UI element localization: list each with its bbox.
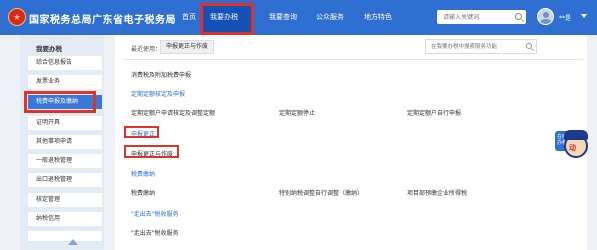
sidebar-item-assessment[interactable]: 核定管理 (28, 193, 102, 207)
payment-item-3[interactable]: 项目部预缴企业所得税 (407, 188, 467, 197)
username[interactable]: **是 (559, 13, 571, 22)
nav-red-highlight (200, 3, 254, 35)
item-red-highlight (124, 145, 179, 158)
nav-home[interactable]: 首页 (182, 12, 196, 22)
sidebar-item-partial[interactable] (28, 231, 102, 241)
nav-public-service[interactable]: 公众服务 (316, 12, 344, 22)
sidebar-item-export-refund[interactable]: 出口退税管理 (28, 173, 102, 187)
periodic-item-2[interactable]: 定期定额停止 (279, 108, 315, 117)
section-tax-payment: 税费缴纳 (131, 171, 156, 178)
sidebar-item-refund[interactable]: 一般退税管理 (28, 154, 102, 168)
user-avatar[interactable] (537, 8, 554, 25)
mascot-word: 动 (569, 144, 576, 152)
site-title[interactable]: 国家税务总局广东省电子税务局 (29, 11, 176, 26)
nav-query[interactable]: 我要查询 (269, 12, 297, 22)
sidebar-red-highlight (24, 91, 96, 113)
section-outbound: "走出去"税收服务 (131, 211, 179, 218)
sidebar: 我要办税 综合信息报告 发票业务 税费申报及缴纳 证明开具 其他事项申请 一般退… (20, 35, 104, 250)
service-search-input[interactable] (426, 40, 522, 53)
sidebar-item-other-application[interactable]: 其他事项申请 (28, 135, 102, 149)
sidebar-item-credit[interactable]: 纳税信用 (28, 212, 102, 226)
sidebar-title: 我要办税 (36, 45, 62, 53)
top-header: 国家税务总局广东省电子税务局 首页 我要办税 我要查询 公众服务 地方特色 **… (0, 0, 597, 35)
national-emblem-icon (8, 8, 26, 26)
payment-item-1[interactable]: 税费缴纳 (131, 188, 155, 197)
search-icon[interactable] (515, 13, 522, 20)
search-icon[interactable] (526, 43, 532, 49)
recent-chip[interactable]: 申报更正与作废 (160, 40, 215, 54)
section-red-highlight (124, 126, 159, 138)
periodic-item-3[interactable]: 定期定额户自行申报 (407, 108, 461, 117)
section-periodic: 定期定额核定及申报 (131, 91, 186, 98)
chevron-down-icon[interactable] (581, 14, 587, 18)
payment-item-2[interactable]: 特别纳税调整自行调整（缴纳） (279, 188, 363, 197)
main-panel: 最近使用： 申报更正与作废 消费税及附加税费申报 定期定额核定及申报 定期定额户… (115, 35, 587, 250)
header-search-input[interactable] (437, 10, 509, 24)
sidebar-item-info-report[interactable]: 综合信息报告 (28, 56, 102, 70)
divider (123, 59, 583, 60)
mascot-face-icon (564, 130, 588, 158)
sidebar-item-invoice[interactable]: 发票业务 (28, 75, 102, 89)
sidebar-item-certificate[interactable]: 证明开具 (28, 116, 102, 130)
periodic-item-1[interactable]: 定期定额户申请核定及调整定额 (131, 108, 215, 117)
service-search[interactable] (425, 39, 537, 54)
recent-label: 最近使用： (131, 46, 162, 53)
outbound-item[interactable]: "走出去"税收服务 (131, 228, 179, 237)
consumption-tax-link[interactable]: 消费税及附加税费申报 (131, 70, 191, 79)
scroll-up-icon[interactable] (68, 239, 78, 245)
helper-mascot[interactable]: 在线办税 动 (555, 126, 591, 164)
nav-local-feature[interactable]: 地方特色 (364, 12, 392, 22)
header-search[interactable] (437, 10, 526, 24)
